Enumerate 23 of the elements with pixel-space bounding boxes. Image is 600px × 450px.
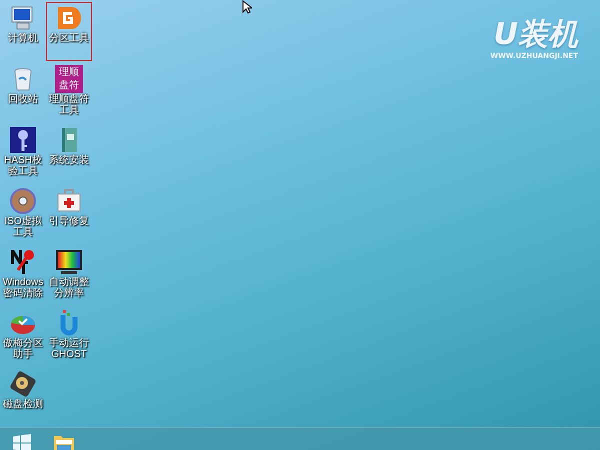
folder-icon[interactable]: [53, 433, 75, 450]
key-icon[interactable]: [9, 126, 37, 154]
text-tile-icon[interactable]: 理顺 盘符: [55, 65, 83, 93]
monitor-icon[interactable]: [55, 248, 83, 276]
mouse-cursor-icon: [242, 0, 252, 14]
icon-label[interactable]: 计算机: [0, 33, 46, 44]
icon-label[interactable]: ISO虚拟工具: [0, 216, 46, 238]
nt-key-icon[interactable]: [9, 248, 37, 276]
icon-label[interactable]: 磁盘检测: [0, 399, 46, 410]
partition-tool-icon[interactable]: [55, 4, 83, 32]
icon-label[interactable]: 系统安装: [46, 155, 92, 166]
icon-label[interactable]: Windows密码清除: [0, 277, 46, 299]
windows-start-icon[interactable]: [13, 434, 31, 450]
icon-label[interactable]: HASH校验工具: [0, 155, 46, 177]
icon-label[interactable]: 回收站: [0, 94, 46, 105]
icon-label[interactable]: 自动调整分辨率: [46, 277, 92, 299]
wallpaper-logo: U装机: [494, 18, 578, 52]
disc-icon[interactable]: [9, 187, 37, 215]
icon-label[interactable]: 手动运行GHOST: [46, 338, 92, 360]
icon-label[interactable]: 引导修复: [46, 216, 92, 227]
icon-label[interactable]: 分区工具: [46, 33, 92, 44]
icon-label[interactable]: 傲梅分区助手: [0, 338, 46, 360]
icon-label[interactable]: 理顺盘符工具: [46, 94, 92, 116]
